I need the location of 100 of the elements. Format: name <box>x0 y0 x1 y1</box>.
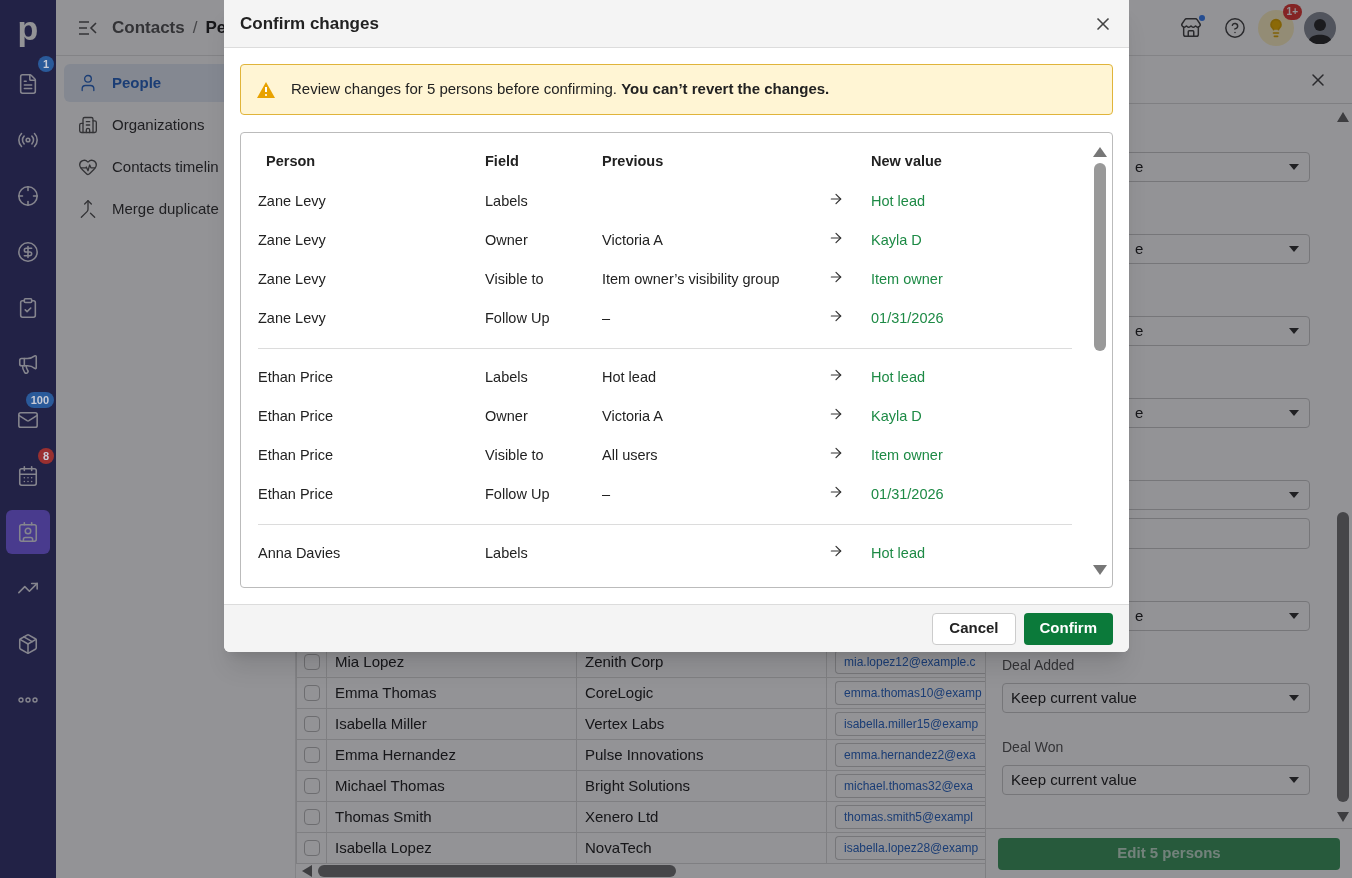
breadcrumb-separator: / <box>192 16 198 39</box>
table-cell-text: Pulse Innovations <box>585 744 704 765</box>
scroll-down-icon[interactable] <box>1093 565 1107 575</box>
dialog-title: Confirm changes <box>240 12 380 35</box>
table-cell: Hot lead <box>871 544 925 561</box>
sidebar-item[interactable]: Organizations <box>64 106 287 144</box>
logo[interactable]: p <box>17 0 39 56</box>
row-checkbox[interactable] <box>303 685 320 701</box>
table-cell: Item owner’s visibility group <box>602 270 780 287</box>
table-cell: Visible to <box>485 446 544 463</box>
table-cell-text: CoreLogic <box>585 682 654 703</box>
email-link[interactable]: isabella.miller15@examp <box>835 712 985 736</box>
table-cell-text: Emma Hernandez <box>335 744 456 765</box>
scroll-left-icon[interactable] <box>302 865 312 877</box>
select-field[interactable]: Keep current value <box>1002 765 1310 795</box>
table-cell: Victoria A <box>602 231 663 248</box>
table-cell: – <box>602 485 611 502</box>
column-header: Person <box>266 153 316 170</box>
table-cell-text: Xenero Ltd <box>585 806 659 827</box>
table-cell: Item owner <box>871 270 943 287</box>
email-link[interactable]: thomas.smith5@exampl <box>835 805 985 829</box>
table-cell: Ethan Price <box>258 368 333 385</box>
table-cell: Ethan Price <box>258 407 333 424</box>
horizontal-scrollbar[interactable] <box>318 865 676 877</box>
table-cell: Follow Up <box>485 309 550 326</box>
vertical-scrollbar[interactable] <box>1094 163 1106 351</box>
table-cell: Zane Levy <box>258 231 326 248</box>
table-cell-text: Mia Lopez <box>335 651 405 672</box>
table-cell: Owner <box>485 231 528 248</box>
clipboard-icon[interactable] <box>17 297 39 319</box>
megaphone-icon[interactable] <box>17 353 39 375</box>
table-cell: 01/31/2026 <box>871 309 944 326</box>
table-cell-text: Emma Thomas <box>335 682 437 703</box>
warning-icon <box>257 81 275 98</box>
caret-icon <box>1289 410 1299 416</box>
scroll-up-icon[interactable] <box>1337 112 1349 122</box>
email-link[interactable]: isabella.lopez28@examp <box>835 836 985 860</box>
table-cell: Labels <box>485 544 528 561</box>
scroll-up-icon[interactable] <box>1093 147 1107 157</box>
more-icon[interactable] <box>18 697 38 703</box>
document-icon[interactable] <box>17 73 39 95</box>
rail-item[interactable] <box>6 510 50 554</box>
column-header: Previous <box>602 153 664 170</box>
table-cell-text: Zenith Corp <box>585 651 664 672</box>
mail-icon[interactable] <box>17 409 39 431</box>
building-icon <box>78 115 98 135</box>
help-icon[interactable] <box>1224 16 1246 39</box>
dollar-icon[interactable] <box>17 241 39 263</box>
table-cell: Anna Davies <box>258 544 341 561</box>
marketplace-icon[interactable] <box>1180 16 1202 39</box>
cancel-button[interactable]: Cancel <box>932 612 1016 645</box>
select-field[interactable]: Keep current value <box>1002 683 1310 713</box>
row-checkbox[interactable] <box>303 840 320 856</box>
confirm-button[interactable]: Confirm <box>1023 612 1113 645</box>
row-checkbox[interactable] <box>303 716 320 732</box>
table-cell: Ethan Price <box>258 485 333 502</box>
table-cell-text: NovaTech <box>585 837 652 858</box>
row-checkbox[interactable] <box>303 809 320 825</box>
caret-icon <box>1289 695 1299 701</box>
table-cell: Owner <box>485 407 528 424</box>
table-cell: Item owner <box>871 446 943 463</box>
heart-pulse-icon <box>78 157 98 177</box>
target-icon[interactable] <box>17 185 39 207</box>
table-cell-text: Thomas Smith <box>335 806 432 827</box>
count-badge: 1 <box>37 56 54 72</box>
table-cell: Hot lead <box>871 192 925 209</box>
caret-icon <box>1289 246 1299 252</box>
count-badge: 8 <box>37 448 54 464</box>
scroll-down-icon[interactable] <box>1337 812 1349 822</box>
table-cell: Visible to <box>485 270 544 287</box>
table-cell: Zane Levy <box>258 309 326 326</box>
table-cell: Labels <box>485 368 528 385</box>
table-cell: Follow Up <box>485 485 550 502</box>
breadcrumb-link[interactable]: Contacts <box>112 14 185 41</box>
caret-icon <box>1289 492 1299 498</box>
table-cell: Victoria A <box>602 407 663 424</box>
table-cell: Zane Levy <box>258 192 326 209</box>
table-cell-text: Bright Solutions <box>585 775 691 796</box>
vertical-scrollbar[interactable] <box>1337 512 1349 802</box>
count-badge: 100 <box>25 392 54 408</box>
email-link[interactable]: emma.thomas10@examp <box>835 681 985 705</box>
table-cell: Hot lead <box>602 368 656 385</box>
table-cell-text: Isabella Miller <box>335 713 427 734</box>
avatar[interactable] <box>1304 11 1336 44</box>
email-link[interactable]: michael.thomas32@exa <box>835 774 985 798</box>
count-badge: 1+ <box>1282 3 1302 20</box>
caret-icon <box>1289 328 1299 334</box>
email-link[interactable]: emma.hernandez2@exa <box>835 743 985 767</box>
caret-icon <box>1289 164 1299 170</box>
table-cell-text: Isabella Lopez <box>335 837 432 858</box>
row-checkbox[interactable] <box>303 747 320 763</box>
warning-text: Review changes for 5 persons before confirming. You can’t revert the changes. <box>291 79 830 100</box>
collapse-menu-icon[interactable] <box>78 19 98 36</box>
column-header: New value <box>871 153 942 170</box>
row-checkbox[interactable] <box>303 778 320 794</box>
box-icon[interactable] <box>17 633 39 655</box>
field-label: Deal Added <box>1002 656 1075 675</box>
row-checkbox[interactable] <box>303 654 320 670</box>
calendar-icon[interactable] <box>17 465 39 487</box>
table-cell-text: Vertex Labs <box>585 713 665 734</box>
